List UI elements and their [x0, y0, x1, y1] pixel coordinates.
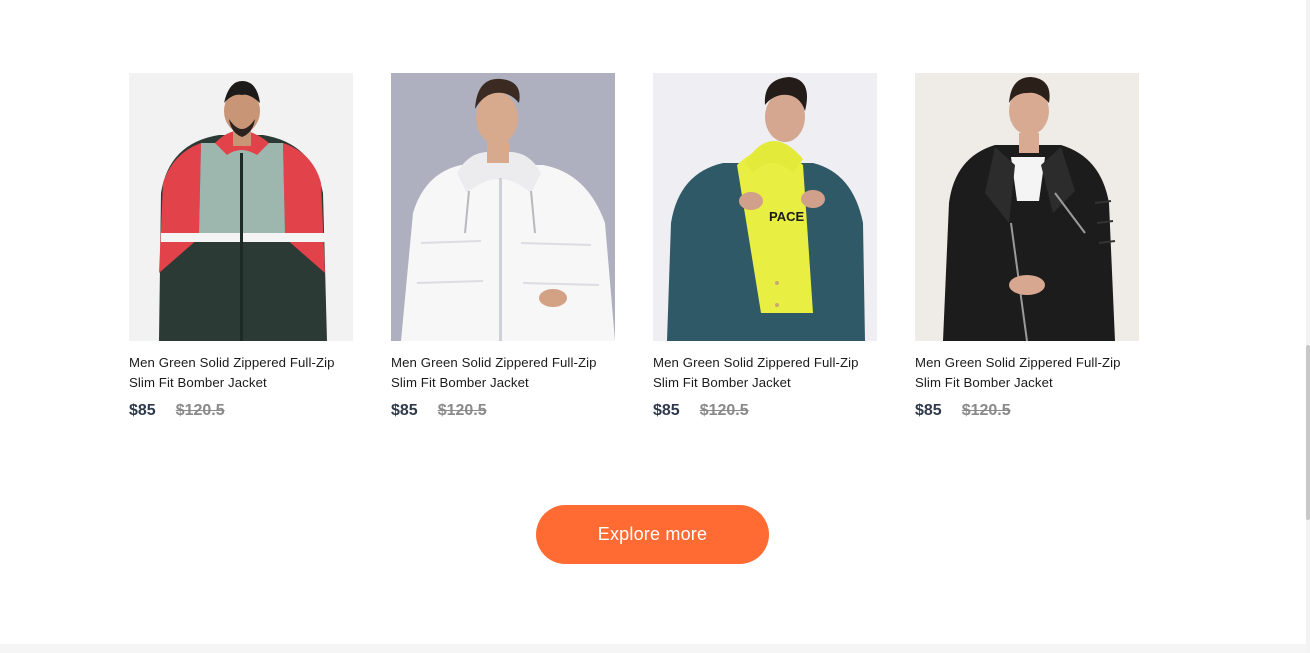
- product-old-price: $120.5: [437, 402, 487, 419]
- explore-more-button[interactable]: Explore more: [536, 505, 769, 564]
- product-name[interactable]: Men Green Solid Zippered Full-Zip Slim F…: [129, 353, 353, 393]
- svg-text:PACE: PACE: [769, 209, 804, 224]
- price-row: $85 $120.5: [391, 402, 615, 420]
- product-card[interactable]: PACE Men Green Solid Zippered Full-Zip S…: [653, 73, 877, 420]
- product-card[interactable]: Men Green Solid Zippered Full-Zip Slim F…: [391, 73, 615, 420]
- price-row: $85 $120.5: [915, 402, 1139, 420]
- product-photo-windbreaker: [129, 73, 353, 341]
- product-image[interactable]: PACE: [653, 73, 877, 341]
- product-name[interactable]: Men Green Solid Zippered Full-Zip Slim F…: [653, 353, 877, 393]
- product-photo-white-puffer: [391, 73, 615, 341]
- product-photo-leather-jacket: [915, 73, 1139, 341]
- product-image[interactable]: [391, 73, 615, 341]
- scrollbar-thumb[interactable]: [1306, 345, 1310, 520]
- footer-divider: [0, 644, 1306, 653]
- product-image[interactable]: [129, 73, 353, 341]
- product-photo-denim-jacket: PACE: [653, 73, 877, 341]
- product-price: $85: [391, 402, 418, 419]
- product-old-price: $120.5: [175, 402, 225, 419]
- product-price: $85: [653, 402, 680, 419]
- product-old-price: $120.5: [699, 402, 749, 419]
- product-grid: Men Green Solid Zippered Full-Zip Slim F…: [129, 73, 1139, 420]
- price-row: $85 $120.5: [129, 402, 353, 420]
- product-name[interactable]: Men Green Solid Zippered Full-Zip Slim F…: [915, 353, 1139, 393]
- product-old-price: $120.5: [961, 402, 1011, 419]
- product-price: $85: [129, 402, 156, 419]
- product-image[interactable]: [915, 73, 1139, 341]
- product-card[interactable]: Men Green Solid Zippered Full-Zip Slim F…: [129, 73, 353, 420]
- product-name[interactable]: Men Green Solid Zippered Full-Zip Slim F…: [391, 353, 615, 393]
- price-row: $85 $120.5: [653, 402, 877, 420]
- product-price: $85: [915, 402, 942, 419]
- product-card[interactable]: Men Green Solid Zippered Full-Zip Slim F…: [915, 73, 1139, 420]
- scrollbar-track[interactable]: [1306, 0, 1310, 653]
